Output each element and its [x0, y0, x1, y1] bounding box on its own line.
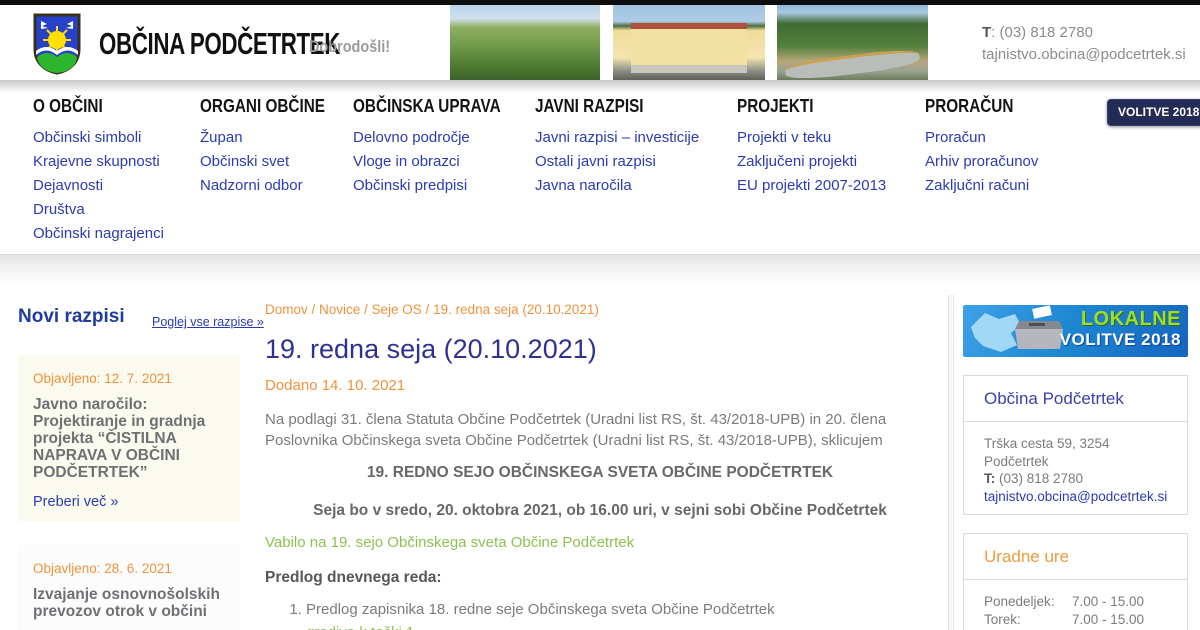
nav-link[interactable]: EU projekti 2007-2013: [737, 174, 886, 198]
agenda-list: Predlog zapisnika 18. redne seje Občinsk…: [288, 600, 928, 630]
nav-link[interactable]: Javna naročila: [535, 174, 699, 198]
municipality-contact-box: Občina Podčetrtek Trška cesta 59, 3254 P…: [963, 375, 1188, 515]
nav-bottom-shadow: [0, 254, 1200, 284]
banner-line1: LOKALNE: [1080, 308, 1181, 330]
nav-column-organi-obcine: ORGANI OBČINE Župan Občinski svet Nadzor…: [200, 96, 347, 198]
agenda-label: Predlog dnevnega reda:: [265, 569, 442, 586]
nav-column-proracun: PRORAČUN Proračun Arhiv proračunov Zaklj…: [925, 96, 1038, 198]
header-photo-hills: [450, 5, 600, 80]
header-photo-building: [613, 5, 765, 80]
nav-link[interactable]: Občinski predpisi: [353, 174, 527, 198]
post-date: Objavljeno: 28. 6. 2021: [33, 561, 172, 576]
volitve-2018-button[interactable]: VOLITVE 2018: [1107, 99, 1200, 126]
nav-column-projekti: PROJEKTI Projekti v teku Zaključeni proj…: [737, 96, 886, 198]
nav-link[interactable]: Župan: [200, 126, 347, 150]
welcome-tagline: Dobrodošli!: [309, 37, 391, 56]
nav-heading-o-obcini[interactable]: O OBČINI: [33, 96, 103, 117]
nav-column-obcinska-uprava: OBČINSKA UPRAVA Delovno področje Vloge i…: [353, 96, 527, 198]
header-photo-road: [777, 5, 928, 80]
nav-heading-javni-razpisi[interactable]: JAVNI RAZPISI: [535, 96, 644, 117]
nav-link[interactable]: Vloge in obrazci: [353, 150, 527, 174]
site-header: OBČINA PODČETRTEK Dobrodošli! T: (03) 81…: [0, 5, 1200, 80]
nav-link[interactable]: Občinski nagrajenci: [33, 222, 164, 246]
read-more-link[interactable]: Preberi več »: [33, 494, 225, 510]
page: OBČINA PODČETRTEK Dobrodošli! T: (03) 81…: [0, 0, 1200, 630]
lokalne-volitve-2018-banner[interactable]: LOKALNE VOLITVE 2018: [963, 305, 1188, 357]
agenda-item-material-link[interactable]: gradivo k točki 1: [306, 623, 928, 630]
nav-column-javni-razpisi: JAVNI RAZPISI Javni razpisi – investicij…: [535, 96, 699, 198]
content-scrollbar-track[interactable]: [948, 295, 954, 630]
post-title-link[interactable]: Izvajanje osnovnošolskih prevozov otrok …: [33, 586, 225, 620]
office-hours-row: Ponedeljek: 7.00 - 15.00: [984, 594, 1145, 609]
nav-link[interactable]: Nadzorni odbor: [200, 174, 347, 198]
municipality-coat-of-arms-icon[interactable]: [33, 13, 81, 75]
office-hours-title: Uradne ure: [964, 534, 1187, 580]
agenda-item: Predlog zapisnika 18. redne seje Občinsk…: [306, 600, 928, 630]
banner-line2: VOLITVE 2018: [1059, 330, 1181, 349]
office-hours-box: Uradne ure Ponedeljek: 7.00 - 15.00 Torek…: [963, 533, 1188, 630]
article-intro-paragraph: Na podlagi 31. člena Statuta Občine Podč…: [265, 411, 887, 449]
contact-box-title[interactable]: Občina Podčetrtek: [964, 376, 1187, 422]
post-date: Objavljeno: 12. 7. 2021: [33, 371, 172, 386]
nav-link[interactable]: Zaključeni projekti: [737, 150, 886, 174]
nav-link[interactable]: Društva: [33, 198, 164, 222]
nav-heading-projekti[interactable]: PROJEKTI: [737, 96, 814, 117]
page-title: 19. redna seja (20.10.2021): [265, 334, 597, 364]
view-all-tenders-link[interactable]: Poglej vse razpise »: [152, 315, 264, 329]
contact-address: Trška cesta 59, 3254 Podčetrtek: [984, 436, 1110, 469]
nav-heading-organi-obcine[interactable]: ORGANI OBČINE: [200, 96, 325, 117]
session-heading: 19. REDNO SEJO OBČINSKEGA SVETA OBČINE P…: [366, 464, 834, 481]
nav-link[interactable]: Proračun: [925, 126, 1038, 150]
contact-email-link[interactable]: tajnistvo.obcina@podcetrtek.si: [984, 488, 1167, 506]
nav-link[interactable]: Krajevne skupnosti: [33, 150, 164, 174]
header-email-link[interactable]: tajnistvo.obcina@podcetrtek.si: [982, 44, 1186, 66]
header-contact: T: (03) 818 2780 tajnistvo.obcina@podcet…: [982, 22, 1186, 66]
nav-column-o-obcini: O OBČINI Občinski simboli Krajevne skupn…: [33, 96, 164, 246]
article-date-added: Dodano 14. 10. 2021: [265, 377, 406, 394]
nav-link[interactable]: Delovno področje: [353, 126, 527, 150]
nav-link[interactable]: Ostali javni razpisi: [535, 150, 699, 174]
header-shadow: [0, 80, 1200, 93]
tender-post-card: Objavljeno: 28. 6. 2021 Izvajanje osnovn…: [18, 545, 240, 630]
tender-post-card: Objavljeno: 12. 7. 2021 Javno naročilo: …: [18, 355, 240, 521]
header-phone: T: (03) 818 2780: [982, 24, 1093, 41]
nav-link[interactable]: Zaključni računi: [925, 174, 1038, 198]
nav-link[interactable]: Javni razpisi – investicije: [535, 126, 699, 150]
nav-link[interactable]: Občinski simboli: [33, 126, 164, 150]
nav-link[interactable]: Arhiv proračunov: [925, 150, 1038, 174]
contact-phone: T: (03) 818 2780: [984, 471, 1084, 486]
agenda-item-text: Predlog zapisnika 18. redne seje Občinsk…: [306, 601, 775, 618]
office-hours-row: Torek: 7.00 - 15.00: [984, 611, 1145, 627]
nav-heading-obcinska-uprava[interactable]: OBČINSKA UPRAVA: [353, 96, 501, 117]
session-time-line: Seja bo v sredo, 20. oktobra 2021, ob 16…: [313, 502, 887, 519]
nav-link[interactable]: Projekti v teku: [737, 126, 886, 150]
site-title[interactable]: OBČINA PODČETRTEK: [99, 26, 340, 62]
breadcrumb[interactable]: Domov / Novice / Seje OS / 19. redna sej…: [265, 302, 599, 317]
invitation-link[interactable]: Vabilo na 19. sejo Občinskega sveta Obči…: [265, 534, 634, 551]
nav-heading-proracun[interactable]: PRORAČUN: [925, 96, 1013, 117]
nav-link[interactable]: Občinski svet: [200, 150, 347, 174]
nav-link[interactable]: Dejavnosti: [33, 174, 164, 198]
post-title-link[interactable]: Javno naročilo: Projektiranje in gradnja…: [33, 396, 225, 481]
new-tenders-title: Novi razpisi: [18, 306, 125, 327]
